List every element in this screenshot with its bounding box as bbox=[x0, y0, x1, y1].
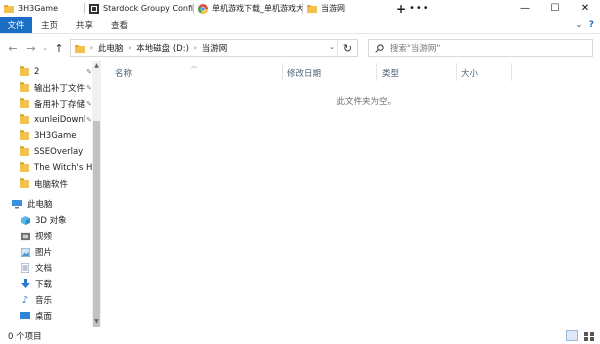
maximize-button[interactable]: ☐ bbox=[540, 0, 570, 17]
sidebar-item-xunlei[interactable]: xunleiDownl ✎ bbox=[0, 112, 92, 128]
sidebar-item-downloads[interactable]: 下载 bbox=[0, 276, 92, 292]
window-controls: — ☐ ✕ bbox=[510, 0, 600, 17]
search-icon bbox=[375, 43, 384, 53]
tab-3h3game[interactable]: 3H3Game bbox=[0, 0, 84, 17]
folder-icon bbox=[20, 114, 29, 124]
column-size[interactable]: 大小 bbox=[461, 67, 478, 79]
new-tab-button[interactable]: + bbox=[393, 2, 409, 16]
column-type[interactable]: 类型 bbox=[382, 67, 399, 79]
navigation-pane: 2 ✎ 输出补丁文件 ✎ 备用补丁存储 ✎ xunleiDownl ✎ 3H3Game … bbox=[0, 61, 101, 327]
folder-icon bbox=[20, 130, 29, 140]
folder-icon bbox=[20, 162, 29, 172]
breadcrumb-separator-icon[interactable]: › bbox=[88, 44, 95, 52]
download-icon bbox=[20, 279, 30, 289]
search-box[interactable]: 搜索"当游网" bbox=[368, 39, 593, 57]
chevron-down-icon[interactable]: ⌄ bbox=[575, 20, 583, 30]
folder-icon bbox=[20, 82, 29, 92]
breadcrumb-this-pc[interactable]: 此电脑 bbox=[95, 42, 127, 54]
stardock-icon bbox=[89, 3, 99, 14]
folder-icon bbox=[307, 4, 317, 13]
3d-objects-icon bbox=[20, 215, 30, 225]
tab-label: 单机游戏下载_单机游戏大... bbox=[212, 4, 302, 13]
file-list-pane[interactable]: ︿ 名称 修改日期 类型 大小 此文件夹为空。 bbox=[101, 61, 600, 327]
sidebar-item-output-patch[interactable]: 输出补丁文件 ✎ bbox=[0, 80, 92, 96]
pictures-icon bbox=[20, 247, 30, 257]
breadcrumb-local-disk[interactable]: 本地磁盘 (D:) bbox=[133, 42, 192, 54]
refresh-icon[interactable]: ↻ bbox=[337, 40, 357, 56]
folder-icon bbox=[20, 66, 29, 76]
tab-dangyouwang[interactable]: 当游网 bbox=[303, 0, 393, 17]
folder-icon bbox=[75, 44, 85, 53]
sidebar-item-sseoverlay[interactable]: SSEOverlay bbox=[0, 144, 92, 160]
column-divider[interactable] bbox=[282, 63, 283, 81]
pc-icon bbox=[12, 199, 22, 209]
ribbon-tab-file[interactable]: 文件 bbox=[0, 17, 32, 33]
chrome-icon bbox=[198, 3, 208, 14]
details-view-icon[interactable] bbox=[566, 330, 578, 341]
breadcrumb-separator-icon[interactable]: › bbox=[192, 44, 199, 52]
video-icon bbox=[20, 232, 30, 241]
recent-locations-chevron-icon[interactable]: ⌄ bbox=[38, 44, 52, 52]
sidebar-item-backup-patch[interactable]: 备用补丁存储 ✎ bbox=[0, 96, 92, 112]
sidebar-item-music[interactable]: ♪ 音乐 bbox=[0, 292, 92, 308]
ribbon-tab-view[interactable]: 查看 bbox=[102, 17, 137, 33]
sidebar-item-pictures[interactable]: 图片 bbox=[0, 244, 92, 260]
large-icons-view-icon[interactable] bbox=[582, 330, 594, 341]
scrollbar-thumb[interactable] bbox=[93, 121, 100, 331]
tab-stardock-groupy[interactable]: Stardock Groupy Confi... bbox=[85, 0, 193, 17]
documents-icon bbox=[20, 263, 30, 273]
sidebar-scrollbar[interactable]: ▲ ▼ bbox=[92, 61, 101, 331]
empty-folder-message: 此文件夹为空。 bbox=[336, 97, 396, 107]
column-divider[interactable] bbox=[511, 63, 512, 81]
sidebar-item-this-pc[interactable]: 此电脑 bbox=[0, 196, 92, 212]
folder-icon bbox=[20, 178, 29, 188]
scroll-down-arrow-icon[interactable]: ▼ bbox=[92, 317, 101, 327]
tab-chrome-page[interactable]: 单机游戏下载_单机游戏大... bbox=[194, 0, 302, 17]
help-icon[interactable]: ? bbox=[589, 20, 594, 30]
view-switcher bbox=[566, 330, 594, 341]
sidebar-item-pc-software[interactable]: 电脑软件 bbox=[0, 176, 92, 192]
tab-label: 当游网 bbox=[321, 4, 345, 13]
folder-icon bbox=[4, 4, 14, 13]
address-bar[interactable]: › 此电脑 › 本地磁盘 (D:) › 当游网 ⌄ ↻ bbox=[70, 39, 358, 57]
sidebar-item-3d-objects[interactable]: 3D 对象 bbox=[0, 212, 92, 228]
sort-ascending-icon: ︿ bbox=[191, 63, 198, 70]
up-arrow-icon[interactable]: ↑ bbox=[52, 42, 66, 55]
music-icon: ♪ bbox=[21, 294, 29, 306]
more-options-button[interactable]: ••• bbox=[409, 3, 429, 14]
breadcrumb-separator-icon[interactable]: › bbox=[126, 44, 133, 52]
column-header-row: ︿ 名称 修改日期 类型 大小 bbox=[101, 61, 600, 81]
sidebar-item-documents[interactable]: 文档 bbox=[0, 260, 92, 276]
address-row: ← → ⌄ ↑ › 此电脑 › 本地磁盘 (D:) › 当游网 ⌄ ↻ 搜索"当… bbox=[0, 35, 600, 61]
column-name[interactable]: 名称 bbox=[115, 67, 132, 79]
tab-label: Stardock Groupy Confi... bbox=[103, 4, 193, 13]
minimize-button[interactable]: — bbox=[510, 0, 540, 17]
address-history-chevron-icon[interactable]: ⌄ bbox=[329, 43, 335, 51]
sidebar-item-videos[interactable]: 视频 bbox=[0, 228, 92, 244]
item-count: 0 个项目 bbox=[8, 331, 42, 342]
breadcrumb-current-folder[interactable]: 当游网 bbox=[199, 42, 231, 54]
sidebar-item-3h3game[interactable]: 3H3Game bbox=[0, 128, 92, 144]
ribbon-right-controls: ⌄ ? bbox=[575, 17, 600, 33]
column-divider[interactable] bbox=[376, 63, 377, 81]
scroll-up-arrow-icon[interactable]: ▲ bbox=[92, 61, 101, 71]
sidebar-item-desktop[interactable]: 桌面 bbox=[0, 308, 92, 324]
close-button[interactable]: ✕ bbox=[570, 0, 600, 17]
folder-icon bbox=[20, 146, 29, 156]
column-divider[interactable] bbox=[456, 63, 457, 81]
sidebar-item-witch-house[interactable]: The Witch's Ho bbox=[0, 160, 92, 176]
sidebar-item-2[interactable]: 2 ✎ bbox=[0, 64, 92, 80]
column-date-modified[interactable]: 修改日期 bbox=[287, 67, 321, 79]
ribbon-tabs: 文件 主页 共享 查看 ⌄ ? bbox=[0, 17, 600, 34]
ribbon-tab-share[interactable]: 共享 bbox=[67, 17, 102, 33]
search-placeholder[interactable]: 搜索"当游网" bbox=[390, 42, 440, 54]
title-bar: 3H3Game Stardock Groupy Confi... 单机游戏下载_… bbox=[0, 0, 600, 17]
ribbon-tab-home[interactable]: 主页 bbox=[32, 17, 67, 33]
back-arrow-icon[interactable]: ← bbox=[6, 42, 20, 55]
folder-icon bbox=[20, 98, 29, 108]
status-bar: 0 个项目 bbox=[0, 327, 600, 344]
tab-label: 3H3Game bbox=[18, 4, 59, 13]
desktop-icon bbox=[20, 312, 30, 321]
forward-arrow-icon[interactable]: → bbox=[24, 42, 38, 55]
